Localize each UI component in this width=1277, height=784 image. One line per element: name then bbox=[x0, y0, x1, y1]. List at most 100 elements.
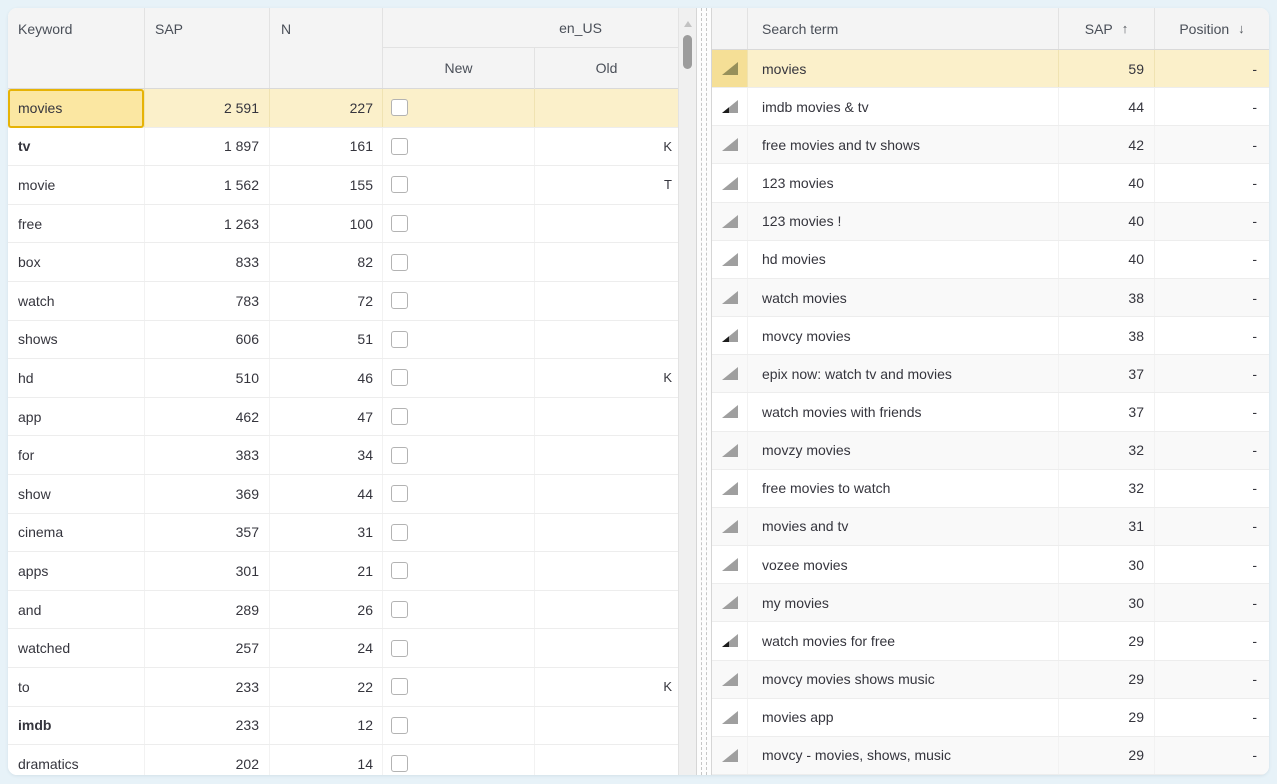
n-value-cell: 82 bbox=[270, 243, 383, 281]
keyword-row[interactable]: imdb 233 12 bbox=[8, 707, 678, 746]
keyword-row[interactable]: to 233 22 K bbox=[8, 668, 678, 707]
search-term-row[interactable]: my movies 30 - bbox=[712, 584, 1269, 622]
keyword-row[interactable]: shows 606 51 bbox=[8, 321, 678, 360]
keyword-cell[interactable]: app bbox=[8, 398, 145, 436]
search-term-row[interactable]: hd movies 40 - bbox=[712, 241, 1269, 279]
keyword-cell[interactable]: free bbox=[8, 205, 145, 243]
keyword-cell[interactable]: dramatics bbox=[8, 745, 145, 775]
search-term-row[interactable]: 123 movies 40 - bbox=[712, 164, 1269, 202]
keyword-cell[interactable]: tv bbox=[8, 128, 145, 166]
new-checkbox[interactable] bbox=[391, 215, 408, 232]
search-term-row[interactable]: movies and tv 31 - bbox=[712, 508, 1269, 546]
sap-value-cell: 40 bbox=[1059, 164, 1155, 201]
new-checkbox[interactable] bbox=[391, 99, 408, 116]
position-value-cell: - bbox=[1155, 355, 1269, 392]
old-value-cell bbox=[535, 243, 678, 281]
keyword-column-header[interactable]: Keyword bbox=[8, 8, 145, 88]
search-term-row[interactable]: movies app 29 - bbox=[712, 699, 1269, 737]
new-checkbox[interactable] bbox=[391, 369, 408, 386]
keyword-cell[interactable]: movie bbox=[8, 166, 145, 204]
scrollbar-thumb[interactable] bbox=[683, 35, 692, 69]
keyword-row[interactable]: tv 1 897 161 K bbox=[8, 128, 678, 167]
keyword-cell[interactable]: and bbox=[8, 591, 145, 629]
keyword-row[interactable]: free 1 263 100 bbox=[8, 205, 678, 244]
keyword-row[interactable]: movies 2 591 227 bbox=[8, 89, 678, 128]
old-value-cell: K bbox=[535, 128, 678, 166]
sap-value-cell: 44 bbox=[1059, 88, 1155, 125]
popularity-icon-cell bbox=[712, 622, 748, 659]
search-term-cell: movzy movies bbox=[748, 432, 1059, 469]
search-term-row[interactable]: imdb movies & tv 44 - bbox=[712, 88, 1269, 126]
keyword-cell[interactable]: show bbox=[8, 475, 145, 513]
search-term-column-header[interactable]: Search term bbox=[748, 8, 1059, 49]
keyword-cell[interactable]: imdb bbox=[8, 707, 145, 745]
search-term-row[interactable]: watch movies with friends 37 - bbox=[712, 393, 1269, 431]
new-checkbox[interactable] bbox=[391, 138, 408, 155]
new-checkbox[interactable] bbox=[391, 678, 408, 695]
search-term-row[interactable]: epix now: watch tv and movies 37 - bbox=[712, 355, 1269, 393]
search-term-row[interactable]: movcy movies shows music 29 - bbox=[712, 661, 1269, 699]
keyword-row[interactable]: box 833 82 bbox=[8, 243, 678, 282]
new-checkbox[interactable] bbox=[391, 640, 408, 657]
keyword-cell[interactable]: cinema bbox=[8, 514, 145, 552]
search-term-row[interactable]: watch movies for free 29 - bbox=[712, 622, 1269, 660]
sap-sort-column-header[interactable]: SAP ↑ bbox=[1059, 8, 1155, 49]
keyword-row[interactable]: dramatics 202 14 bbox=[8, 745, 678, 775]
keyword-cell[interactable]: watched bbox=[8, 629, 145, 667]
enus-group-label[interactable]: en_US bbox=[383, 8, 678, 48]
new-checkbox[interactable] bbox=[391, 562, 408, 579]
new-checkbox[interactable] bbox=[391, 524, 408, 541]
keyword-cell[interactable]: box bbox=[8, 243, 145, 281]
new-checkbox[interactable] bbox=[391, 292, 408, 309]
keyword-row[interactable]: show 369 44 bbox=[8, 475, 678, 514]
old-column-header[interactable]: Old bbox=[535, 48, 678, 89]
keyword-row[interactable]: apps 301 21 bbox=[8, 552, 678, 591]
new-checkbox[interactable] bbox=[391, 331, 408, 348]
sort-descending-icon: ↓ bbox=[1238, 21, 1245, 36]
keyword-row[interactable]: for 383 34 bbox=[8, 436, 678, 475]
search-term-row[interactable]: movies 59 - bbox=[712, 50, 1269, 88]
sort-ascending-icon: ↑ bbox=[1122, 21, 1129, 36]
keywords-table-scrollbar[interactable] bbox=[678, 8, 696, 775]
sap-value-cell: 233 bbox=[145, 668, 270, 706]
search-term-row[interactable]: free movies to watch 32 - bbox=[712, 470, 1269, 508]
n-column-header[interactable]: N bbox=[270, 8, 383, 88]
new-column-header[interactable]: New bbox=[383, 48, 535, 89]
search-term-row[interactable]: watch movies 38 - bbox=[712, 279, 1269, 317]
popularity-triangle-icon bbox=[722, 367, 738, 380]
keyword-row[interactable]: cinema 357 31 bbox=[8, 514, 678, 553]
new-checkbox[interactable] bbox=[391, 176, 408, 193]
new-checkbox[interactable] bbox=[391, 447, 408, 464]
search-term-row[interactable]: free movies and tv shows 42 - bbox=[712, 126, 1269, 164]
keyword-row[interactable]: watch 783 72 bbox=[8, 282, 678, 321]
new-checkbox[interactable] bbox=[391, 601, 408, 618]
keyword-cell[interactable]: hd bbox=[8, 359, 145, 397]
search-term-row[interactable]: movcy movies 38 - bbox=[712, 317, 1269, 355]
keyword-cell[interactable]: watch bbox=[8, 282, 145, 320]
scrollbar-up-arrow-icon[interactable] bbox=[684, 21, 692, 27]
search-term-row[interactable]: vozee movies 30 - bbox=[712, 546, 1269, 584]
position-sort-column-header[interactable]: Position ↓ bbox=[1155, 8, 1269, 49]
keyword-cell[interactable]: apps bbox=[8, 552, 145, 590]
search-term-cell: imdb movies & tv bbox=[748, 88, 1059, 125]
new-checkbox[interactable] bbox=[391, 408, 408, 425]
keyword-row[interactable]: app 462 47 bbox=[8, 398, 678, 437]
search-term-row[interactable]: movcy - movies, shows, music 29 - bbox=[712, 737, 1269, 775]
new-checkbox[interactable] bbox=[391, 755, 408, 772]
keyword-cell[interactable]: to bbox=[8, 668, 145, 706]
panel-splitter-handle[interactable] bbox=[696, 8, 712, 775]
sap-column-header[interactable]: SAP bbox=[145, 8, 270, 88]
old-value-cell bbox=[535, 205, 678, 243]
new-checkbox[interactable] bbox=[391, 254, 408, 271]
search-term-row[interactable]: movzy movies 32 - bbox=[712, 432, 1269, 470]
keyword-row[interactable]: movie 1 562 155 T bbox=[8, 166, 678, 205]
keyword-row[interactable]: watched 257 24 bbox=[8, 629, 678, 668]
keyword-cell[interactable]: for bbox=[8, 436, 145, 474]
keyword-row[interactable]: and 289 26 bbox=[8, 591, 678, 630]
new-checkbox[interactable] bbox=[391, 717, 408, 734]
keyword-cell[interactable]: movies bbox=[8, 89, 145, 127]
keyword-row[interactable]: hd 510 46 K bbox=[8, 359, 678, 398]
keyword-cell[interactable]: shows bbox=[8, 321, 145, 359]
new-checkbox[interactable] bbox=[391, 485, 408, 502]
search-term-row[interactable]: 123 movies ! 40 - bbox=[712, 203, 1269, 241]
